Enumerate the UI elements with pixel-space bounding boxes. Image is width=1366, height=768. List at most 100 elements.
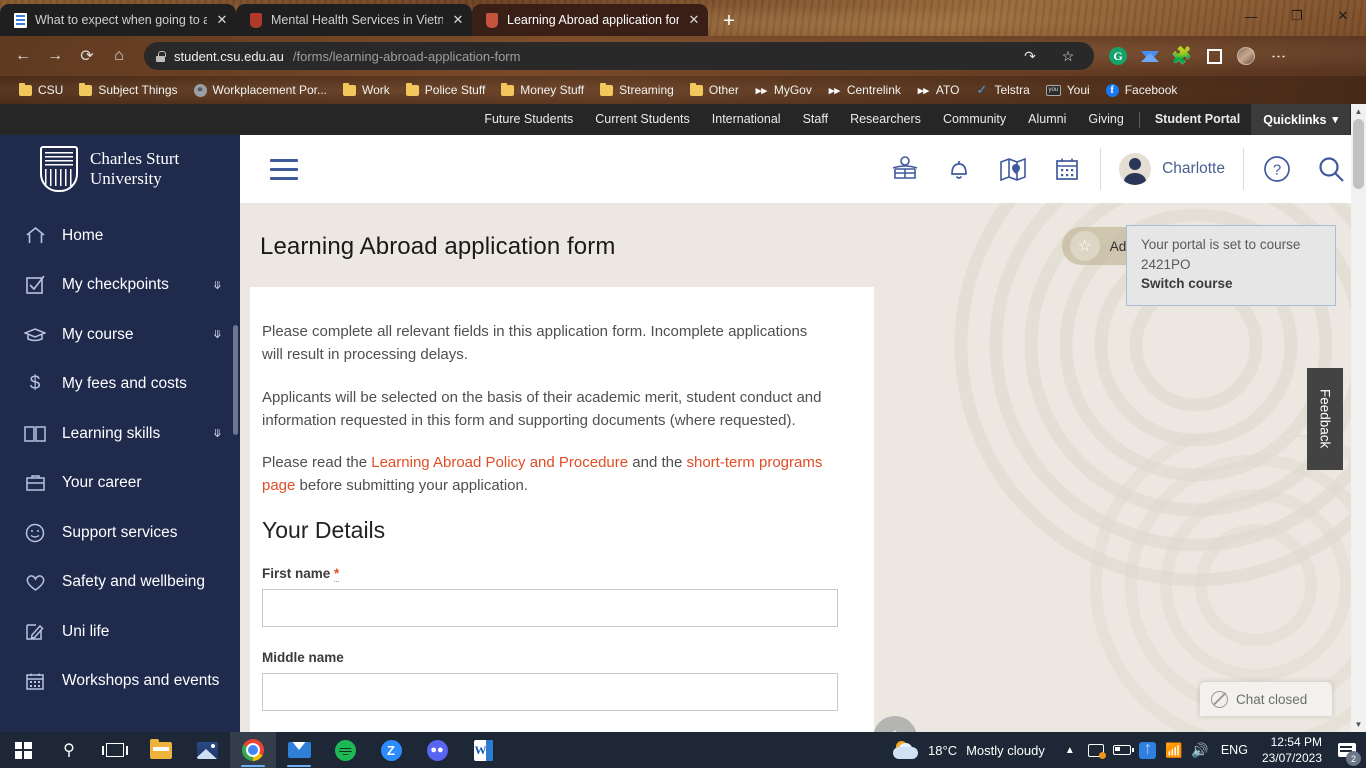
profile-avatar-icon[interactable] (1232, 42, 1260, 70)
close-icon[interactable]: ✕ (1320, 0, 1366, 32)
windows-start-icon[interactable] (0, 732, 46, 768)
close-icon[interactable]: ✕ (686, 12, 702, 28)
bookmark-work[interactable]: Work (336, 80, 397, 100)
sidebar-item-my-course[interactable]: My course ⤋ (0, 310, 240, 360)
scroll-to-top-button[interactable]: ⌃ (873, 716, 917, 732)
sidebar-item-my-checkpoints[interactable]: My checkpoints ⤋ (0, 261, 240, 311)
nav-future-students[interactable]: Future Students (473, 104, 584, 135)
chevron-down-icon[interactable]: ⤋ (213, 328, 222, 341)
bookmark-money-stuff[interactable]: Money Stuff (494, 80, 591, 100)
extensions-puzzle-icon[interactable]: 🧩 (1168, 42, 1196, 70)
sidebar-item-safety-and-wellbeing[interactable]: Safety and wellbeing (0, 558, 240, 608)
feedback-tab[interactable]: Feedback (1307, 368, 1343, 470)
spotify-icon[interactable] (322, 732, 368, 768)
bookmark-workplacement[interactable]: ⚭ Workplacement Por... (187, 80, 335, 100)
nav-alumni[interactable]: Alumni (1017, 104, 1077, 135)
close-icon[interactable]: ✕ (450, 12, 466, 28)
battery-icon[interactable] (1109, 732, 1135, 768)
nav-community[interactable]: Community (932, 104, 1017, 135)
nav-staff[interactable]: Staff (792, 104, 839, 135)
bookmark-facebook[interactable]: f Facebook (1099, 80, 1185, 100)
campus-map-icon[interactable] (986, 135, 1040, 203)
share-icon[interactable]: ↷ (1016, 42, 1044, 70)
reload-icon[interactable]: ⟳ (72, 41, 102, 71)
file-explorer-icon[interactable] (138, 732, 184, 768)
bookmark-youi[interactable]: you Youi (1039, 80, 1097, 100)
calendar-icon[interactable] (1040, 135, 1094, 203)
sidebar-item-uni-life[interactable]: Uni life (0, 607, 240, 657)
show-hidden-icons-chevron[interactable]: ▲ (1057, 732, 1083, 768)
bookmark-telstra[interactable]: ✓ Telstra (968, 80, 1036, 100)
nav-researchers[interactable]: Researchers (839, 104, 932, 135)
first-name-input[interactable] (262, 588, 838, 627)
library-reader-icon[interactable] (878, 135, 932, 203)
bluetooth-icon[interactable]: ᛏ (1135, 732, 1161, 768)
bookmark-centrelink[interactable]: ▸▸ Centrelink (821, 80, 908, 100)
browser-tab-3-active[interactable]: Learning Abroad application form ✕ (472, 4, 708, 36)
nav-international[interactable]: International (701, 104, 792, 135)
notifications-bell-icon[interactable] (932, 135, 986, 203)
volume-icon[interactable]: 🔊 (1187, 732, 1213, 768)
sidebar-item-learning-skills[interactable]: Learning skills ⤋ (0, 409, 240, 459)
clock[interactable]: 12:54 PM 23/07/2023 (1256, 734, 1332, 766)
language-indicator[interactable]: ENG (1213, 743, 1256, 757)
nav-quicklinks[interactable]: Quicklinks ▾ (1251, 104, 1350, 135)
chat-widget[interactable]: Chat closed (1200, 682, 1332, 716)
home-icon[interactable]: ⌂ (104, 41, 134, 71)
bookmark-star-icon[interactable]: ☆ (1054, 42, 1082, 70)
extension-diamond-icon[interactable] (1136, 42, 1164, 70)
address-bar[interactable]: student.csu.edu.au/forms/learning-abroad… (144, 42, 1094, 70)
minimize-icon[interactable]: — (1228, 0, 1274, 32)
mail-icon[interactable] (276, 732, 322, 768)
help-icon[interactable]: ? (1250, 135, 1304, 203)
chrome-menu-kebab-icon[interactable]: ⋮ (1264, 42, 1292, 70)
scrollbar-up-arrow[interactable]: ▲ (1351, 104, 1366, 119)
zoom-icon[interactable]: Z (368, 732, 414, 768)
sidebar-item-support-services[interactable]: Support services (0, 508, 240, 558)
chevron-down-icon[interactable]: ⤋ (213, 279, 222, 292)
maximize-icon[interactable]: ❐ (1274, 0, 1320, 32)
scrollbar-down-arrow[interactable]: ▼ (1351, 717, 1366, 732)
user-menu[interactable]: Charlotte (1100, 148, 1244, 190)
new-tab-button[interactable]: + (714, 6, 744, 36)
nav-student-portal[interactable]: Student Portal (1144, 104, 1251, 135)
wifi-icon[interactable]: 📶 (1161, 732, 1187, 768)
bookmark-mygov[interactable]: ▸▸ MyGov (748, 80, 819, 100)
switch-course-link[interactable]: Switch course (1141, 276, 1233, 291)
sidebar-item-your-career[interactable]: Your career (0, 459, 240, 509)
chrome-icon[interactable] (230, 732, 276, 768)
back-icon[interactable]: ← (8, 41, 38, 71)
hamburger-menu-icon[interactable] (270, 159, 298, 186)
sidebar-item-my-fees-and-costs[interactable]: $ My fees and costs (0, 360, 240, 410)
bookmark-csu[interactable]: CSU (12, 80, 70, 100)
bookmark-subject-things[interactable]: Subject Things (72, 80, 184, 100)
notifications-icon[interactable]: 2 (1332, 732, 1362, 768)
learning-abroad-policy-link[interactable]: Learning Abroad Policy and Procedure (371, 454, 628, 471)
search-icon[interactable]: ⚲ (46, 732, 92, 768)
sidebar-scrollbar-thumb[interactable] (233, 325, 238, 435)
display-settings-icon[interactable] (1083, 732, 1109, 768)
close-icon[interactable]: ✕ (214, 12, 230, 28)
nav-giving[interactable]: Giving (1077, 104, 1134, 135)
search-icon[interactable] (1304, 135, 1358, 203)
bookmark-ato[interactable]: ▸▸ ATO (910, 80, 967, 100)
task-view-icon[interactable] (92, 732, 138, 768)
grammarly-icon[interactable]: G (1104, 42, 1132, 70)
bookmark-streaming[interactable]: Streaming (593, 80, 681, 100)
sidebar-item-workshops-and-events[interactable]: Workshops and events (0, 657, 240, 707)
forward-icon[interactable]: → (40, 41, 70, 71)
extension-square-icon[interactable] (1200, 42, 1228, 70)
nav-current-students[interactable]: Current Students (584, 104, 701, 135)
photos-icon[interactable] (184, 732, 230, 768)
word-icon[interactable] (460, 732, 506, 768)
page-scrollbar[interactable]: ▲ ▼ (1351, 104, 1366, 732)
weather-widget[interactable]: 18°C Mostly cloudy (881, 741, 1057, 759)
bookmark-police-stuff[interactable]: Police Stuff (399, 80, 492, 100)
bookmark-other[interactable]: Other (683, 80, 746, 100)
chevron-down-icon[interactable]: ⤋ (213, 427, 222, 440)
middle-name-input[interactable] (262, 672, 838, 711)
browser-tab-1[interactable]: What to expect when going to an ✕ (0, 4, 236, 36)
csu-logo[interactable]: Charles Sturt University (0, 135, 240, 203)
discord-icon[interactable]: ●● (414, 732, 460, 768)
sidebar-item-home[interactable]: Home (0, 211, 240, 261)
